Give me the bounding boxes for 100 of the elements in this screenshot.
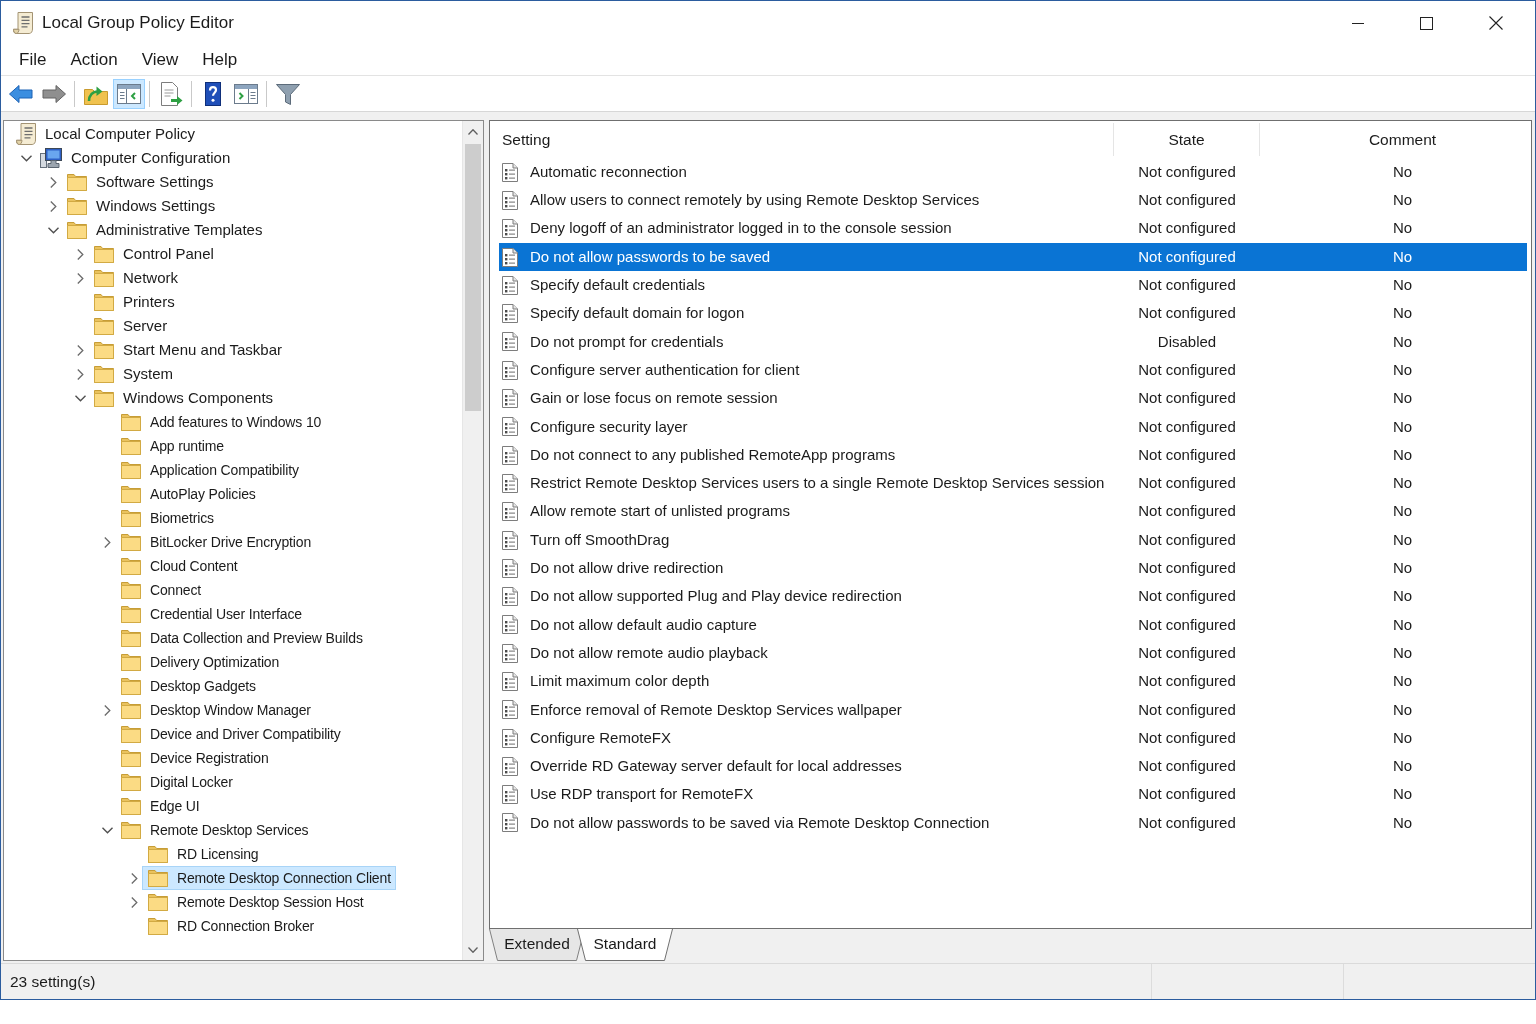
tree-item[interactable]: Cloud Content	[115, 554, 243, 578]
column-header[interactable]: Setting	[490, 123, 1114, 156]
chevron-right-icon[interactable]	[76, 272, 84, 284]
setting-row[interactable]: Allow remote start of unlisted programs Not configured No	[499, 497, 1527, 526]
setting-row[interactable]: Use RDP transport for RemoteFX Not configured No	[499, 780, 1527, 809]
chevron-down-icon[interactable]	[101, 826, 113, 834]
tree-item[interactable]: BitLocker Drive Encryption	[115, 530, 317, 554]
status-text: 23 setting(s)	[10, 971, 96, 992]
tree-item[interactable]: Computer Configuration	[34, 146, 236, 170]
tree-item[interactable]: Remote Desktop Connection Client	[142, 866, 396, 890]
tree-item[interactable]: Remote Desktop Session Host	[142, 890, 369, 914]
menu-item[interactable]: Action	[58, 47, 130, 73]
tree-item[interactable]: Start Menu and Taskbar	[88, 338, 287, 362]
setting-row[interactable]: Configure RemoteFX Not configured No	[499, 723, 1527, 753]
column-header[interactable]: State	[1114, 123, 1260, 156]
chevron-right-icon[interactable]	[49, 176, 57, 188]
setting-row[interactable]: Do not allow passwords to be saved Not configured No	[499, 242, 1527, 272]
window-pane-icon	[117, 81, 141, 106]
setting-row[interactable]: Deny logoff of an administrator logged in to the console session Not configured No	[499, 214, 1527, 243]
setting-row[interactable]: Allow users to connect remotely by using Remote Desktop Services Not configured No	[499, 186, 1527, 215]
folder-icon	[67, 221, 87, 239]
tree-item[interactable]: Windows Components	[88, 386, 279, 410]
setting-row[interactable]: Do not allow supported Plug and Play device redirection Not configured No	[499, 582, 1527, 611]
setting-row[interactable]: Do not allow default audio capture Not configured No	[499, 610, 1527, 640]
tree-item[interactable]: Windows Settings	[61, 194, 221, 218]
tree-item[interactable]: Desktop Gadgets	[115, 674, 261, 698]
menu-item[interactable]: File	[7, 47, 59, 73]
folder-icon	[121, 629, 141, 647]
state-text: Not configured	[1138, 728, 1236, 746]
state-text: Not configured	[1138, 643, 1236, 661]
tree-item[interactable]: Administrative Templates	[61, 218, 268, 242]
comment-text: No	[1392, 643, 1413, 661]
chevron-down-icon[interactable]	[47, 226, 59, 234]
tree-item[interactable]: Local Computer Policy	[10, 122, 201, 146]
setting-row[interactable]: Do not allow drive redirection Not configured No	[499, 554, 1527, 583]
tree-item[interactable]: System	[88, 362, 178, 386]
setting-name: Configure server authentication for client	[530, 359, 800, 380]
setting-name: Use RDP transport for RemoteFX	[530, 784, 754, 805]
setting-row[interactable]: Override RD Gateway server default for local addresses Not configured No	[499, 752, 1527, 781]
tree-item[interactable]: Server	[88, 314, 173, 338]
setting-row[interactable]: Limit maximum color depth Not configured No	[499, 667, 1527, 696]
setting-row[interactable]: Turn off SmoothDrag Not configured No	[499, 525, 1527, 555]
setting-row[interactable]: Do not allow passwords to be saved via Remote Desktop Connection Not configured No	[499, 808, 1527, 838]
setting-row[interactable]: Configure security layer Not configured No	[499, 412, 1527, 441]
setting-row[interactable]: Specify default credentials Not configured No	[499, 271, 1527, 300]
setting-name: Limit maximum color depth	[530, 671, 710, 692]
setting-row[interactable]: Automatic reconnection Not configured No	[499, 158, 1527, 187]
setting-row[interactable]: Restrict Remote Desktop Services users to a single Remote Desktop Services session Not configured No	[499, 469, 1527, 498]
tree-item[interactable]: Data Collection and Preview Builds	[115, 626, 368, 650]
state-text: Not configured	[1138, 417, 1236, 435]
tree-item[interactable]: RD Connection Broker	[142, 914, 320, 938]
folder-icon	[121, 701, 141, 719]
menu-item[interactable]: Help	[190, 47, 250, 73]
setting-row[interactable]: Do not prompt for credentials Disabled No	[499, 327, 1527, 357]
chevron-right-icon[interactable]	[76, 344, 84, 356]
tree-item[interactable]: Digital Locker	[115, 770, 238, 794]
chevron-right-icon[interactable]	[49, 200, 57, 212]
tree-item[interactable]: Connect	[115, 578, 207, 602]
column-header[interactable]: Comment	[1260, 123, 1531, 156]
scroll-up-icon[interactable]	[468, 128, 478, 135]
tree-item[interactable]: Device Registration	[115, 746, 274, 770]
tree-item[interactable]: Credential User Interface	[115, 602, 307, 626]
folder-icon	[121, 509, 141, 527]
setting-row[interactable]: Gain or lose focus on remote session Not configured No	[499, 384, 1527, 413]
setting-row[interactable]: Specify default domain for logon Not configured No	[499, 299, 1527, 328]
tree-item[interactable]: Control Panel	[88, 242, 219, 266]
tree-item[interactable]: Remote Desktop Services	[115, 818, 314, 842]
chevron-right-icon[interactable]	[76, 368, 84, 380]
tree-item[interactable]: Software Settings	[61, 170, 219, 194]
tree-item[interactable]: Edge UI	[115, 794, 205, 818]
tree-item[interactable]: Add features to Windows 10	[115, 410, 327, 434]
setting-row[interactable]: Enforce removal of Remote Desktop Services wallpaper Not configured No	[499, 695, 1527, 724]
chevron-right-icon[interactable]	[103, 704, 111, 716]
tree-item[interactable]: Delivery Optimization	[115, 650, 285, 674]
scrollbar-thumb[interactable]	[465, 144, 481, 411]
scroll-down-icon[interactable]	[468, 946, 478, 953]
tree-item[interactable]: Application Compatibility	[115, 458, 304, 482]
chevron-right-icon[interactable]	[130, 872, 138, 884]
tree-item[interactable]: Network	[88, 266, 183, 290]
tree-item[interactable]: Biometrics	[115, 506, 219, 530]
policy-setting-icon	[502, 502, 518, 522]
tree-item[interactable]: RD Licensing	[142, 842, 264, 866]
setting-row[interactable]: Do not allow remote audio playback Not configured No	[499, 639, 1527, 668]
chevron-right-icon[interactable]	[103, 536, 111, 548]
chevron-down-icon[interactable]	[20, 154, 32, 162]
setting-row[interactable]: Configure server authentication for client Not configured No	[499, 356, 1527, 385]
state-text: Not configured	[1138, 785, 1236, 803]
tree-item[interactable]: Device and Driver Compatibility	[115, 722, 346, 746]
console-tree-button[interactable]	[113, 78, 145, 109]
scrollbar[interactable]	[462, 121, 483, 960]
chevron-right-icon[interactable]	[130, 896, 138, 908]
menu-item[interactable]: View	[129, 47, 191, 73]
tree-item[interactable]: Desktop Window Manager	[115, 698, 316, 722]
tree-item[interactable]: Printers	[88, 290, 180, 314]
view-tab[interactable]: Standard	[577, 929, 673, 961]
chevron-right-icon[interactable]	[76, 248, 84, 260]
setting-row[interactable]: Do not connect to any published RemoteApp programs Not configured No	[499, 440, 1527, 470]
tree-item[interactable]: AutoPlay Policies	[115, 482, 261, 506]
tree-item[interactable]: App runtime	[115, 434, 229, 458]
chevron-down-icon[interactable]	[74, 394, 86, 402]
